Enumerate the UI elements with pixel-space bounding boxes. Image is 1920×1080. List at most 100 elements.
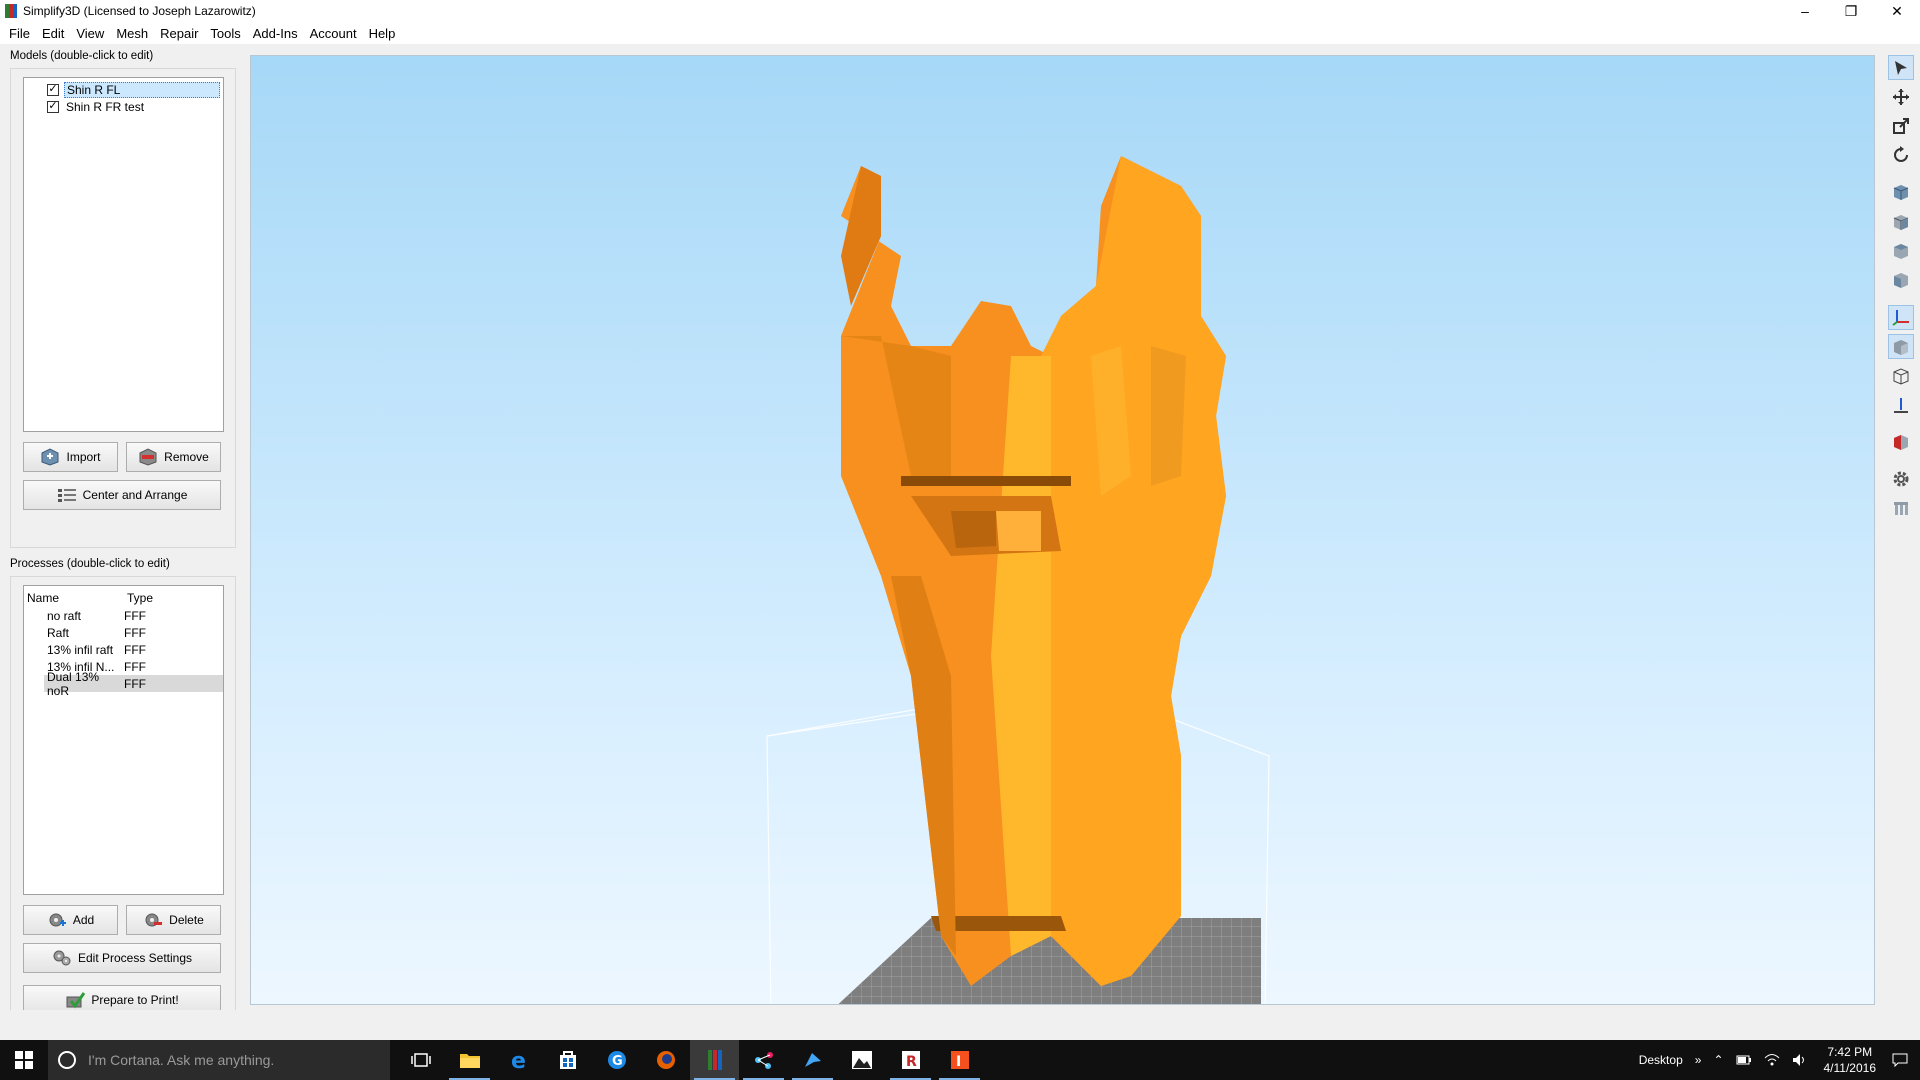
process-row[interactable]: Raft FFF: [24, 624, 223, 641]
model-checkbox[interactable]: ✓: [47, 83, 59, 96]
models-list[interactable]: ✓ Shin R FL ✓ Shin R FR test: [23, 77, 224, 432]
taskbar-chrome-app[interactable]: G: [592, 1040, 641, 1080]
view-front-button[interactable]: [1888, 209, 1914, 234]
windows-taskbar: I'm Cortana. Ask me anything. e G R I De…: [0, 1040, 1920, 1080]
taskbar-store[interactable]: [543, 1040, 592, 1080]
column-header-name[interactable]: Name: [27, 591, 127, 605]
view-toolbar: [1886, 55, 1916, 525]
menu-tools[interactable]: Tools: [207, 26, 249, 41]
process-row[interactable]: Dual 13% noR FFF: [44, 670, 223, 698]
import-button[interactable]: Import: [23, 442, 118, 472]
window-title: Simplify3D (Licensed to Joseph Lazarowit…: [23, 4, 256, 18]
store-bag-icon: [559, 1051, 576, 1069]
toggle-solid-button[interactable]: [1888, 333, 1914, 360]
edit-process-settings-button[interactable]: Edit Process Settings: [23, 943, 221, 973]
chevron-up-icon[interactable]: ⌃: [1707, 1053, 1729, 1067]
wireframe-cube-icon: [1893, 368, 1909, 385]
import-label: Import: [66, 450, 101, 464]
system-tray: Desktop » ⌃ 7:42 PM 4/11/2016: [1633, 1040, 1920, 1080]
menu-edit[interactable]: Edit: [39, 26, 73, 41]
cross-section-icon: [1894, 435, 1908, 451]
r-app-icon: R: [901, 1051, 920, 1070]
arrange-icon: [57, 486, 77, 504]
desktop-toolbar[interactable]: Desktop: [1633, 1053, 1689, 1067]
model-checkbox[interactable]: ✓: [47, 100, 59, 113]
models-group: ✓ Shin R FL ✓ Shin R FR test Import Remo…: [10, 68, 236, 548]
cortana-placeholder: I'm Cortana. Ask me anything.: [88, 1052, 275, 1068]
view-top-button[interactable]: [1888, 238, 1914, 263]
taskbar-photos[interactable]: [837, 1040, 886, 1080]
support-tool-button[interactable]: [1888, 496, 1914, 521]
task-view-button[interactable]: [396, 1040, 445, 1080]
clock[interactable]: 7:42 PM 4/11/2016: [1814, 1044, 1887, 1076]
process-row[interactable]: no raft FFF: [24, 607, 223, 624]
taskbar-molecule-app[interactable]: [739, 1040, 788, 1080]
taskbar-inventor-app[interactable]: I: [935, 1040, 984, 1080]
models-group-title: Models (double-click to edit): [10, 50, 154, 62]
chevron-double-right-icon[interactable]: »: [1689, 1053, 1708, 1067]
gear-icon: [1893, 471, 1909, 487]
add-gear-icon: [47, 911, 67, 929]
process-type: FFF: [124, 625, 146, 640]
battery-icon[interactable]: [1730, 1055, 1758, 1065]
column-header-type[interactable]: Type: [127, 591, 153, 605]
cross-section-button[interactable]: [1888, 429, 1914, 454]
status-bar: [0, 1010, 1920, 1040]
toggle-normals-button[interactable]: [1888, 392, 1914, 417]
cursor-arrow-icon: [1895, 60, 1907, 75]
i-app-icon: I: [950, 1051, 969, 1070]
scale-tool-button[interactable]: [1888, 114, 1914, 139]
process-name: 13% infil raft: [47, 642, 114, 657]
taskbar-red-app[interactable]: R: [886, 1040, 935, 1080]
add-process-button[interactable]: Add: [23, 905, 118, 935]
center-and-arrange-button[interactable]: Center and Arrange: [23, 480, 221, 510]
taskbar-simplify3d[interactable]: [690, 1040, 739, 1080]
menu-help[interactable]: Help: [366, 26, 405, 41]
action-center-icon[interactable]: [1886, 1053, 1920, 1067]
cortana-search-box[interactable]: I'm Cortana. Ask me anything.: [48, 1040, 390, 1080]
normal-arrow-icon: [1894, 398, 1908, 414]
3d-viewport[interactable]: [250, 55, 1875, 1005]
start-button[interactable]: [0, 1040, 48, 1080]
menu-file[interactable]: File: [6, 26, 39, 41]
settings-button[interactable]: [1888, 467, 1914, 492]
menu-account[interactable]: Account: [307, 26, 366, 41]
taskbar-file-explorer[interactable]: [445, 1040, 494, 1080]
delete-process-button[interactable]: Delete: [126, 905, 221, 935]
menu-mesh[interactable]: Mesh: [113, 26, 157, 41]
cube-front-icon: [1893, 214, 1909, 230]
taskbar-bird-app[interactable]: [788, 1040, 837, 1080]
remove-button[interactable]: Remove: [126, 442, 221, 472]
menu-view[interactable]: View: [73, 26, 113, 41]
processes-list[interactable]: Name Type no raft FFF Raft FFF 13% infil…: [23, 585, 224, 895]
model-item[interactable]: ✓ Shin R FR test: [27, 98, 220, 115]
3d-model-shin[interactable]: [841, 156, 1226, 986]
menu-bar: File Edit View Mesh Repair Tools Add-Ins…: [0, 22, 1920, 44]
scale-icon: [1893, 118, 1909, 135]
view-side-button[interactable]: [1888, 268, 1914, 293]
menu-add-ins[interactable]: Add-Ins: [250, 26, 307, 41]
process-name: Raft: [47, 625, 70, 640]
minimize-button[interactable]: –: [1782, 0, 1828, 22]
speaker-icon[interactable]: [1786, 1053, 1814, 1067]
select-tool-button[interactable]: [1888, 55, 1914, 81]
menu-repair[interactable]: Repair: [157, 26, 207, 41]
cortana-icon: [58, 1051, 76, 1069]
move-tool-button[interactable]: [1888, 84, 1914, 109]
taskbar-edge[interactable]: e: [494, 1040, 543, 1080]
maximize-button[interactable]: ❐: [1828, 0, 1874, 22]
folder-icon: [459, 1054, 480, 1068]
rotate-tool-button[interactable]: [1888, 143, 1914, 168]
view-default-button[interactable]: [1888, 180, 1914, 205]
gears-icon: [52, 949, 72, 967]
close-button[interactable]: ✕: [1874, 0, 1920, 22]
delete-label: Delete: [169, 913, 204, 927]
process-row[interactable]: 13% infil raft FFF: [24, 641, 223, 658]
delete-gear-icon: [143, 911, 163, 929]
model-item[interactable]: ✓ Shin R FL: [27, 81, 220, 98]
photos-icon: [851, 1051, 872, 1069]
toggle-wireframe-button[interactable]: [1888, 363, 1914, 388]
wifi-icon[interactable]: [1758, 1053, 1786, 1067]
toggle-axes-button[interactable]: [1888, 304, 1914, 330]
taskbar-firefox[interactable]: [641, 1040, 690, 1080]
